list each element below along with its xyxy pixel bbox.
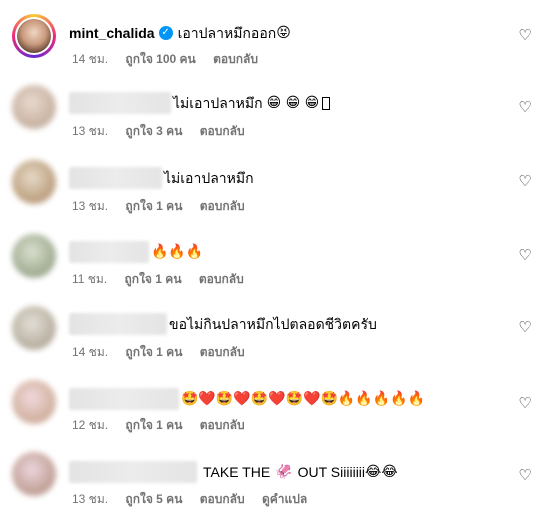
comment-likes[interactable]: ถูกใจ 3 คน	[125, 124, 182, 138]
like-heart-icon[interactable]: ♡	[517, 28, 533, 44]
commenter-avatar[interactable]	[12, 160, 56, 204]
comment-emoji: 🔥🔥🔥	[151, 244, 204, 260]
like-heart-icon[interactable]: ♡	[517, 174, 533, 190]
comment-time: 13 ชม.	[72, 199, 109, 213]
squid-emoji: 🦑	[275, 464, 293, 480]
caption-likes[interactable]: ถูกใจ 100 คน	[125, 52, 195, 66]
comment-reply-button[interactable]: ตอบกลับ	[199, 272, 244, 286]
comment-likes[interactable]: ถูกใจ 1 คน	[125, 418, 182, 432]
commenter-avatar[interactable]	[12, 85, 56, 129]
comment-reply-button[interactable]: ตอบกลับ	[200, 124, 245, 138]
comment-emoji: 😁 😁 😁	[266, 95, 320, 111]
comment-text: ขอไม่กินปลาหมึกไปตลอดชีวิตครับ	[169, 316, 377, 332]
comment-time: 13 ชม.	[72, 124, 109, 138]
like-heart-icon[interactable]: ♡	[517, 396, 533, 412]
caption-emoji: 😝	[276, 25, 291, 41]
comment-time: 14 ชม.	[72, 345, 109, 359]
comment-row: ไม่เอาปลาหมึก 😁 😁 😁 13 ชม. ถูกใจ 3 คน ตอ…	[0, 85, 545, 145]
commenter-avatar[interactable]	[12, 452, 56, 496]
author-username[interactable]: mint_chalida	[69, 24, 155, 42]
comment-row: 🤩❤️🤩❤️🤩❤️🤩❤️🤩🔥🔥🔥🔥🔥 12 ชม. ถูกใจ 1 คน ตอบ…	[0, 376, 545, 436]
like-heart-icon[interactable]: ♡	[517, 248, 533, 264]
commenter-username-blurred[interactable]	[69, 388, 179, 410]
missing-glyph-icon	[322, 96, 331, 110]
comment-reply-button[interactable]: ตอบกลับ	[200, 199, 245, 213]
comment-reply-button[interactable]: ตอบกลับ	[200, 418, 245, 432]
like-heart-icon[interactable]: ♡	[517, 320, 533, 336]
commenter-avatar[interactable]	[12, 306, 56, 350]
commenter-avatar[interactable]	[12, 234, 56, 278]
like-heart-icon[interactable]: ♡	[517, 468, 533, 484]
comment-text: TAKE THE	[203, 464, 271, 480]
comment-row: 🔥🔥🔥 11 ชม. ถูกใจ 1 คน ตอบกลับ ♡	[0, 231, 545, 291]
comment-time: 13 ชม.	[72, 492, 109, 506]
comment-emoji: 🤩❤️🤩❤️🤩❤️🤩❤️🤩🔥🔥🔥🔥🔥	[181, 391, 426, 407]
like-heart-icon[interactable]: ♡	[517, 100, 533, 116]
comment-likes[interactable]: ถูกใจ 5 คน	[125, 492, 182, 506]
commenter-username-blurred[interactable]	[69, 461, 197, 483]
commenter-avatar[interactable]	[12, 380, 56, 424]
comment-text-continued: OUT Siiiiiiii	[297, 464, 366, 480]
comment-time: 12 ชม.	[72, 418, 109, 432]
comment-emoji: 😂😂	[365, 464, 398, 480]
comment-likes[interactable]: ถูกใจ 1 คน	[125, 199, 182, 213]
see-translation-button[interactable]: ดูคำแปล	[262, 492, 307, 506]
commenter-username-blurred[interactable]	[69, 167, 162, 189]
comment-likes[interactable]: ถูกใจ 1 คน	[125, 345, 182, 359]
commenter-username-blurred[interactable]	[69, 241, 149, 263]
comment-row: ไม่เอาปลาหมึก 13 ชม. ถูกใจ 1 คน ตอบกลับ …	[0, 157, 545, 217]
commenter-username-blurred[interactable]	[69, 92, 171, 114]
comment-time: 11 ชม.	[72, 272, 108, 286]
comment-reply-button[interactable]: ตอบกลับ	[200, 345, 245, 359]
comment-reply-button[interactable]: ตอบกลับ	[200, 492, 245, 506]
comment-text: ไม่เอาปลาหมึก	[164, 170, 254, 186]
caption-reply-button[interactable]: ตอบกลับ	[213, 52, 258, 66]
caption-row: mint_chalida ✓ เอาปลาหมึกออก 😝 14 ชม. ถู…	[0, 0, 545, 75]
verified-badge-icon: ✓	[158, 26, 173, 40]
commenter-username-blurred[interactable]	[69, 313, 167, 335]
author-avatar[interactable]	[12, 14, 56, 58]
comment-text: ไม่เอาปลาหมึก	[173, 95, 263, 111]
caption-time: 14 ชม.	[72, 52, 109, 66]
comment-row: TAKE THE 🦑 OUT Siiiiiiii 😂😂 13 ชม. ถูกใจ…	[0, 450, 545, 515]
comment-row: ขอไม่กินปลาหมึกไปตลอดชีวิตครับ 14 ชม. ถู…	[0, 303, 545, 363]
comment-likes[interactable]: ถูกใจ 1 คน	[125, 272, 182, 286]
caption-text: เอาปลาหมึกออก	[177, 25, 277, 41]
